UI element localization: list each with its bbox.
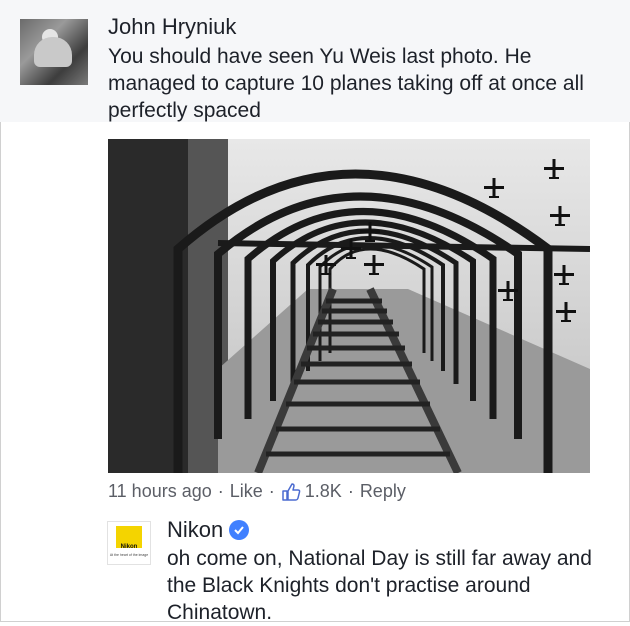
reply-author-name[interactable]: Nikon	[167, 517, 223, 543]
comment-meta: 11 hours ago · Like · 1.8K · Reply	[108, 481, 406, 502]
reply-author[interactable]: Nikon	[167, 517, 250, 543]
reply-link[interactable]: Reply	[360, 481, 406, 502]
nikon-logo-text: Nikon	[120, 544, 138, 550]
timestamp[interactable]: 11 hours ago	[108, 481, 212, 502]
reply-text: oh come on, National Day is still far aw…	[167, 547, 592, 624]
like-count-value: 1.8K	[304, 481, 342, 501]
verified-badge-icon	[229, 520, 250, 540]
ladder-photo-graphic	[108, 139, 590, 473]
thumbs-up-icon	[282, 482, 301, 501]
comment-text: You should have seen Yu Weis last photo.…	[108, 45, 584, 122]
nikon-tagline: At the heart of the image	[109, 553, 149, 557]
separator: ·	[217, 481, 224, 501]
nikon-avatar[interactable]: Nikon At the heart of the image	[107, 521, 151, 565]
comment-photo[interactable]	[108, 139, 590, 473]
separator: ·	[268, 481, 275, 501]
separator: ·	[347, 481, 354, 501]
like-link[interactable]: Like	[230, 481, 263, 502]
commenter-name[interactable]: John Hryniuk	[108, 14, 236, 40]
avatar-figure	[34, 37, 72, 67]
like-count[interactable]: 1.8K	[281, 481, 342, 502]
commenter-avatar[interactable]	[20, 19, 88, 85]
